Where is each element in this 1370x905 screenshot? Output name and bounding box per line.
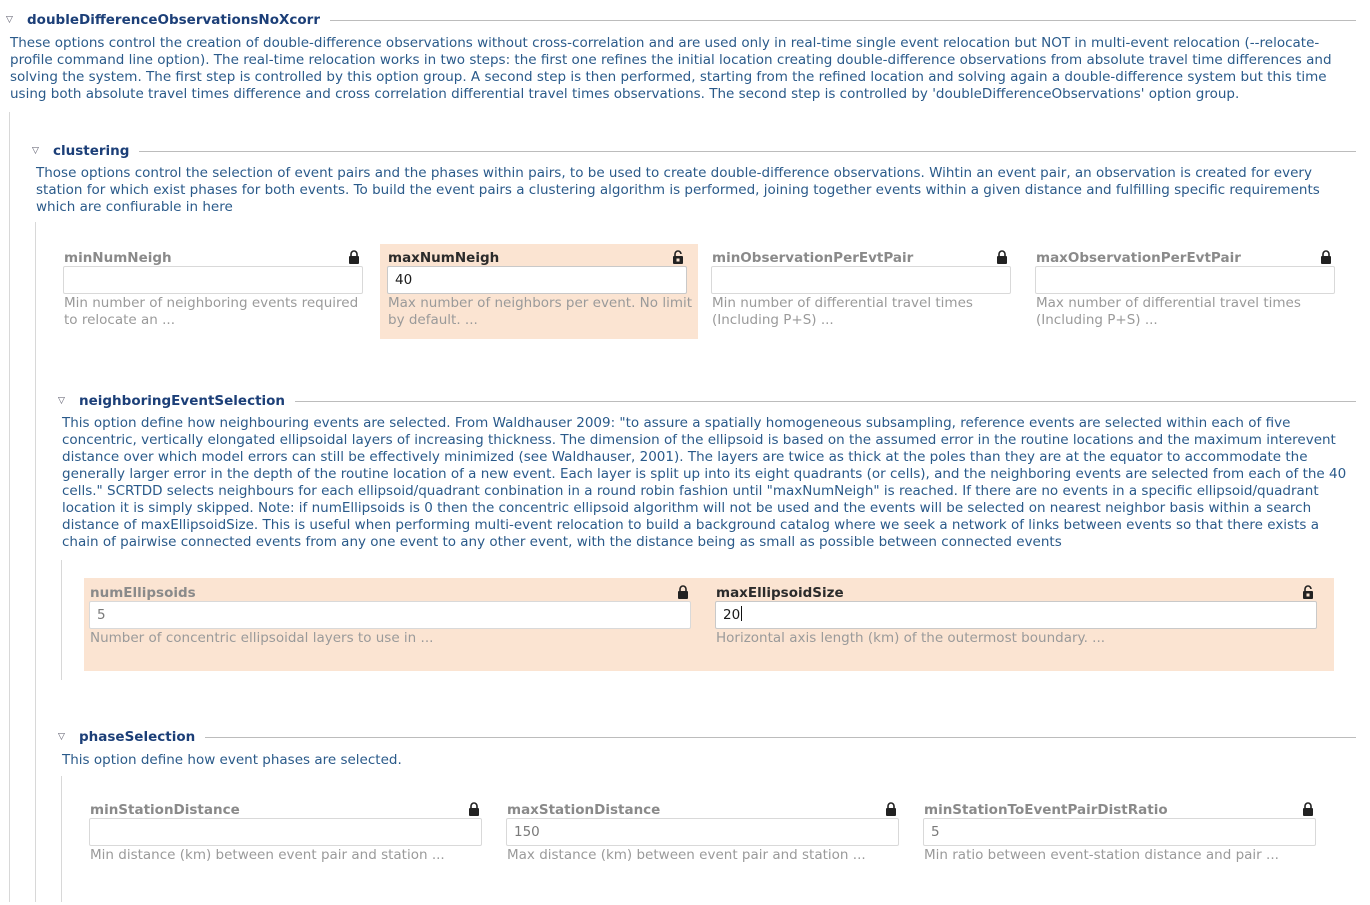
param-description: Min distance (km) between event pair and… xyxy=(90,847,445,863)
param-description: Max distance (km) between event pair and… xyxy=(507,847,866,863)
minNumNeigh-input[interactable] xyxy=(63,266,363,294)
param-description: Number of concentric ellipsoidal layers … xyxy=(90,630,434,646)
param-maxNumNeigh: maxNumNeigh Max number of neighbors per … xyxy=(380,244,698,339)
param-label: minObservationPerEvtPair xyxy=(712,250,914,266)
unlock-icon[interactable] xyxy=(672,250,684,264)
group-title: neighboringEventSelection xyxy=(79,393,286,409)
lock-icon[interactable] xyxy=(996,250,1008,264)
triangle-down-icon[interactable]: ▽ xyxy=(6,15,15,25)
param-maxObservationPerEvtPair: maxObservationPerEvtPair Max number of d… xyxy=(1028,244,1346,339)
param-description: Horizontal axis length (km) of the outer… xyxy=(716,630,1106,646)
lock-icon[interactable] xyxy=(348,250,360,264)
triangle-down-icon[interactable]: ▽ xyxy=(32,146,41,156)
tree-guide xyxy=(61,560,62,680)
clustering-group-header[interactable]: ▽ clustering xyxy=(32,143,1356,159)
divider xyxy=(139,151,1356,152)
param-label: maxNumNeigh xyxy=(388,250,500,266)
maxObservationPerEvtPair-input[interactable] xyxy=(1035,266,1335,294)
param-label: minStationToEventPairDistRatio xyxy=(924,802,1168,818)
divider xyxy=(295,401,1356,402)
lock-icon[interactable] xyxy=(1302,802,1314,816)
param-minObservationPerEvtPair: minObservationPerEvtPair Min number of d… xyxy=(704,244,1022,339)
param-minStationDistance: minStationDistance Min distance (km) bet… xyxy=(82,796,484,868)
phase-group-header[interactable]: ▽ phaseSelection xyxy=(58,729,1356,745)
param-minStationToEventPairDistRatio: minStationToEventPairDistRatio Min ratio… xyxy=(916,796,1318,868)
param-label: maxObservationPerEvtPair xyxy=(1036,250,1241,266)
lock-icon[interactable] xyxy=(468,802,480,816)
param-minNumNeigh: minNumNeigh Min number of neighboring ev… xyxy=(56,244,374,339)
group-title: phaseSelection xyxy=(79,729,196,745)
group-title: clustering xyxy=(53,143,130,159)
group-title: doubleDifferenceObservationsNoXcorr xyxy=(27,12,320,28)
group-description: This option define how neighbouring even… xyxy=(62,415,1347,550)
numEllipsoids-input[interactable] xyxy=(89,601,691,629)
group-description: Those options control the selection of e… xyxy=(36,165,1320,215)
param-description: Max number of neighbors per event. No li… xyxy=(388,295,693,328)
tree-guide xyxy=(9,112,10,902)
param-description: Max number of differential travel times(… xyxy=(1036,295,1301,328)
neighboring-group-header[interactable]: ▽ neighboringEventSelection xyxy=(58,393,1356,409)
tree-guide xyxy=(35,222,36,902)
triangle-down-icon[interactable]: ▽ xyxy=(58,732,67,742)
param-label: maxStationDistance xyxy=(507,802,661,818)
group-description: These options control the creation of do… xyxy=(10,35,1332,102)
triangle-down-icon[interactable]: ▽ xyxy=(58,396,67,406)
minObservationPerEvtPair-input[interactable] xyxy=(711,266,1011,294)
lock-icon[interactable] xyxy=(1320,250,1332,264)
maxStationDistance-input[interactable] xyxy=(506,818,899,846)
minStationDistance-input[interactable] xyxy=(89,818,482,846)
param-label: maxEllipsoidSize xyxy=(716,585,844,601)
param-maxStationDistance: maxStationDistance Max distance (km) bet… xyxy=(499,796,901,868)
param-description: Min number of differential travel times(… xyxy=(712,295,973,328)
param-numEllipsoids: numEllipsoids Number of concentric ellip… xyxy=(82,579,694,649)
param-description: Min number of neighboring events require… xyxy=(64,295,359,328)
minStationToEventPairDistRatio-input[interactable] xyxy=(923,818,1316,846)
tree-guide xyxy=(61,776,62,902)
param-label: minNumNeigh xyxy=(64,250,172,266)
text-cursor xyxy=(741,606,743,621)
param-maxEllipsoidSize: maxEllipsoidSize 20 Horizontal axis leng… xyxy=(708,579,1320,649)
divider xyxy=(205,737,1356,738)
maxEllipsoidSize-input[interactable]: 20 xyxy=(715,601,1317,629)
param-label: minStationDistance xyxy=(90,802,240,818)
lock-icon[interactable] xyxy=(885,802,897,816)
param-label: numEllipsoids xyxy=(90,585,196,601)
dd-group-header[interactable]: ▽ doubleDifferenceObservationsNoXcorr xyxy=(6,12,1356,28)
lock-icon[interactable] xyxy=(677,585,689,599)
group-description: This option define how event phases are … xyxy=(62,752,402,768)
maxNumNeigh-input[interactable] xyxy=(387,266,687,294)
unlock-icon[interactable] xyxy=(1302,585,1314,599)
divider xyxy=(329,20,1356,21)
param-description: Min ratio between event-station distance… xyxy=(924,847,1279,863)
